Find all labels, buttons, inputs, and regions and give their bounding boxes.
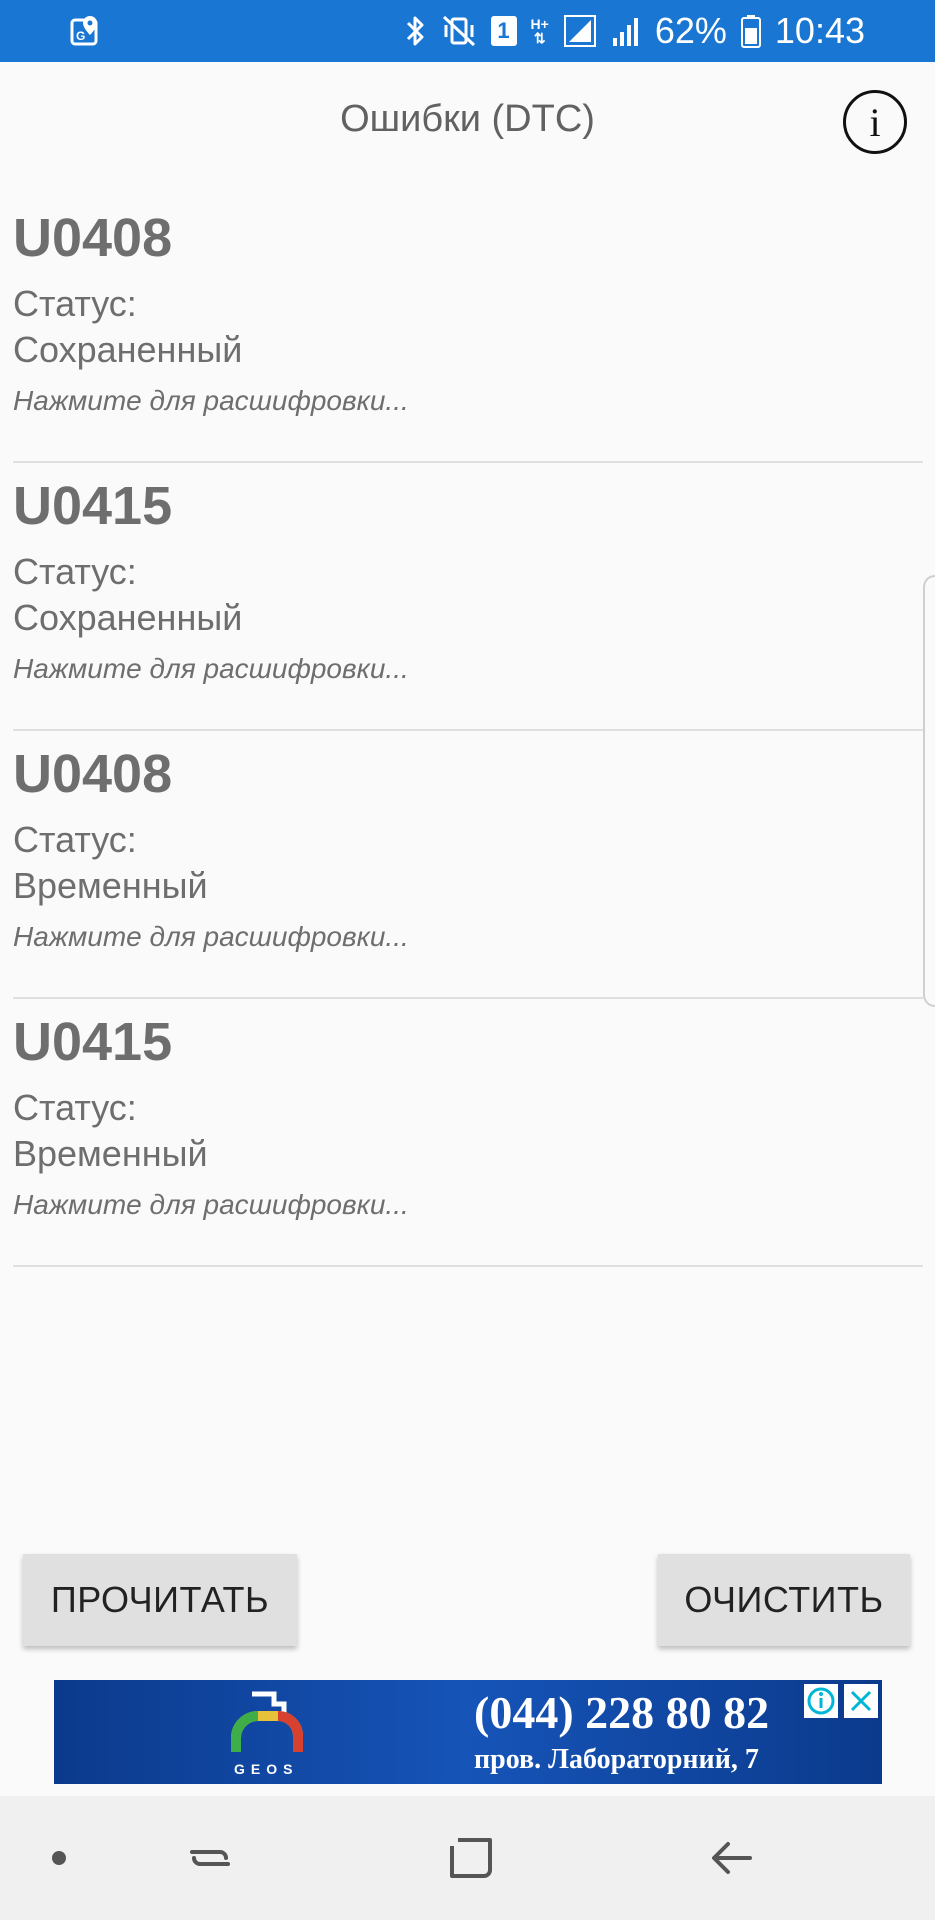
dtc-list: U0408 Статус: Сохраненный Нажмите для ра… bbox=[13, 195, 923, 1267]
bluetooth-icon bbox=[406, 16, 424, 46]
dtc-status-label: Статус: bbox=[13, 283, 137, 324]
dtc-item[interactable]: U0415 Статус: Временный Нажмите для расш… bbox=[13, 999, 923, 1267]
ad-choices-icon[interactable] bbox=[804, 1684, 838, 1718]
dot-icon[interactable] bbox=[33, 1832, 85, 1884]
edge-panel-handle[interactable] bbox=[923, 575, 935, 1007]
svg-text:GEOS: GEOS bbox=[234, 1761, 298, 1777]
dtc-item[interactable]: U0408 Статус: Сохраненный Нажмите для ра… bbox=[13, 195, 923, 463]
dtc-code: U0415 bbox=[13, 476, 173, 536]
read-button[interactable]: ПРОЧИТАТЬ bbox=[23, 1554, 297, 1646]
dtc-status-label: Статус: bbox=[13, 819, 137, 860]
close-icon[interactable] bbox=[844, 1684, 878, 1718]
svg-text:G: G bbox=[76, 29, 85, 43]
dtc-status-value: Сохраненный bbox=[13, 329, 243, 370]
info-button[interactable]: i bbox=[843, 90, 907, 154]
page-title: Ошибки (DTC) bbox=[340, 98, 595, 140]
dtc-code: U0408 bbox=[13, 744, 173, 804]
battery-icon bbox=[740, 15, 761, 48]
dtc-status-label: Статус: bbox=[13, 551, 137, 592]
dtc-hint: Нажмите для расшифровки... bbox=[13, 385, 409, 416]
clock: 10:43 bbox=[774, 10, 865, 51]
app-header: Ошибки (DTC) i bbox=[0, 62, 935, 182]
dtc-hint: Нажмите для расшифровки... bbox=[13, 1189, 409, 1220]
signal-icon bbox=[563, 15, 596, 47]
dtc-hint: Нажмите для расшифровки... bbox=[13, 653, 409, 684]
maps-location-icon: G bbox=[70, 16, 98, 46]
sim-icon: 1 bbox=[490, 16, 517, 46]
info-icon: i bbox=[869, 99, 881, 145]
battery-percent: 62% bbox=[654, 10, 727, 51]
dtc-status-value: Временный bbox=[13, 865, 208, 906]
vibrate-mute-icon bbox=[442, 15, 475, 47]
home-icon[interactable] bbox=[446, 1832, 498, 1884]
dtc-status-value: Сохраненный bbox=[13, 597, 243, 638]
dtc-status-value: Временный bbox=[13, 1133, 208, 1174]
recents-icon[interactable] bbox=[184, 1832, 236, 1884]
dtc-item[interactable]: U0408 Статус: Временный Нажмите для расш… bbox=[13, 731, 923, 999]
data-arrows-icon: H+ ⇅ bbox=[530, 16, 549, 46]
dtc-code: U0415 bbox=[13, 1012, 173, 1072]
dtc-item[interactable]: U0415 Статус: Сохраненный Нажмите для ра… bbox=[13, 463, 923, 731]
network-type: H+ bbox=[530, 16, 549, 32]
back-icon[interactable] bbox=[706, 1832, 758, 1884]
ad-banner[interactable]: GEOS (044) 228 80 82 пров. Лабораторний,… bbox=[54, 1680, 882, 1784]
ad-address: пров. Лабораторний, 7 bbox=[474, 1744, 759, 1775]
dtc-code: U0408 bbox=[13, 208, 173, 268]
signal-icon-2 bbox=[612, 18, 638, 46]
sim-badge: 1 bbox=[497, 18, 510, 43]
geos-logo: GEOS bbox=[231, 1691, 303, 1777]
dtc-hint: Нажмите для расшифровки... bbox=[13, 921, 409, 952]
dtc-status-label: Статус: bbox=[13, 1087, 137, 1128]
clear-button[interactable]: ОЧИСТИТЬ bbox=[658, 1554, 910, 1646]
ad-phone: (044) 228 80 82 bbox=[474, 1687, 770, 1738]
navigation-bar bbox=[0, 1796, 935, 1920]
status-bar: G 1 H+ ⇅ 62% 10:43 bbox=[0, 0, 935, 62]
